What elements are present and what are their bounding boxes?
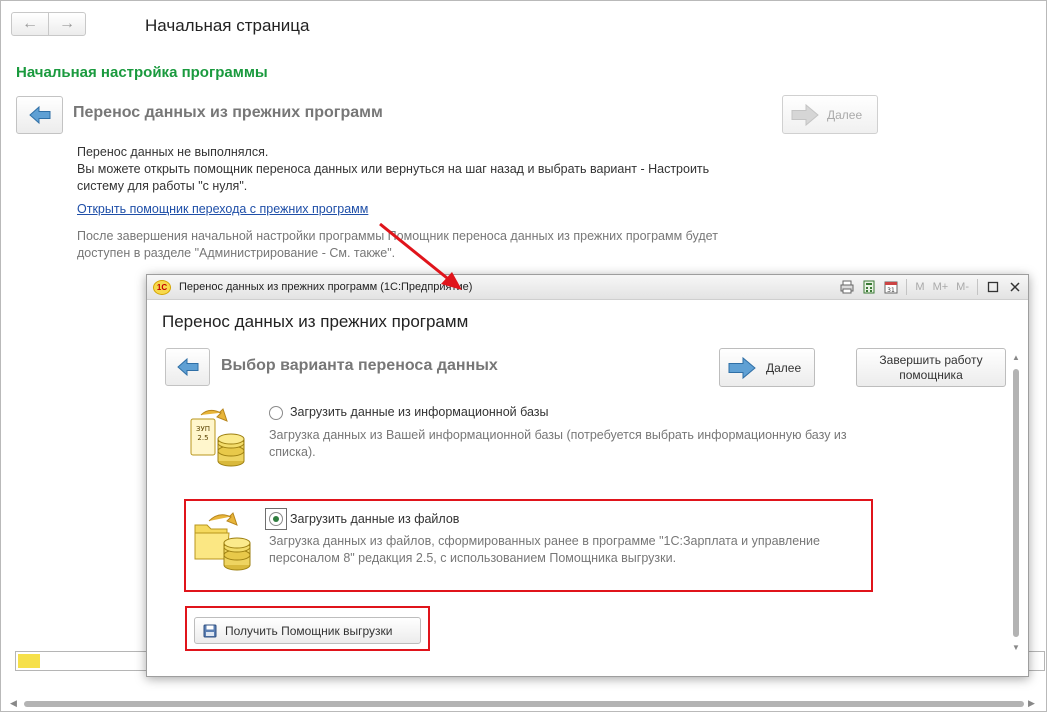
calendar-icon[interactable]: 31 xyxy=(882,278,900,296)
option-infobase-radio[interactable] xyxy=(269,406,283,420)
next-label: Далее xyxy=(827,107,863,122)
option-infobase-description: Загрузка данных из Вашей информационной … xyxy=(269,428,847,459)
memory-button[interactable]: M xyxy=(913,281,926,293)
option-files-radio[interactable] xyxy=(269,512,283,526)
print-icon[interactable] xyxy=(838,278,856,296)
1c-logo-icon: 1С xyxy=(153,280,171,295)
dialog-caption: Перенос данных из прежних программ (1С:П… xyxy=(179,281,473,293)
scroll-up-icon[interactable]: ▲ xyxy=(1012,353,1020,362)
arrow-right-icon: → xyxy=(59,15,75,32)
option-files-label[interactable]: Загрузить данные из файлов xyxy=(290,512,459,526)
migration-dialog: 1С Перенос данных из прежних программ (1… xyxy=(146,274,1029,677)
dialog-step-title: Выбор варианта переноса данных xyxy=(221,357,498,374)
status-text-line-3: систему для работы "с нуля". xyxy=(77,179,248,193)
info-note: После завершения начальной настройки про… xyxy=(77,229,718,260)
dialog-titlebar: 1С Перенос данных из прежних программ (1… xyxy=(147,275,1028,300)
option-files-description: Загрузка данных из файлов, сформированны… xyxy=(269,534,820,565)
database-badge-line-1: ЗУП xyxy=(196,425,210,433)
svg-text:31: 31 xyxy=(888,287,896,294)
next-button-disabled[interactable]: Далее xyxy=(782,95,878,134)
horizontal-scrollbar[interactable]: ◀ ▶ xyxy=(10,698,1038,710)
step-back-button[interactable] xyxy=(16,96,63,134)
step-title: Перенос данных из прежних программ xyxy=(73,104,383,121)
dialog-vertical-scrollbar[interactable]: ▲ ▼ xyxy=(1011,353,1021,653)
scroll-down-icon[interactable]: ▼ xyxy=(1012,643,1020,652)
database-badge-line-2: 2.5 xyxy=(197,434,208,442)
finish-wizard-button[interactable]: Завершить работу помощника xyxy=(856,348,1006,387)
back-button[interactable]: ← xyxy=(12,13,48,35)
get-export-helper-label: Получить Помощник выгрузки xyxy=(225,623,393,638)
status-text-line-2: Вы можете открыть помощник переноса данн… xyxy=(77,162,710,176)
calculator-icon[interactable] xyxy=(860,278,878,296)
toolbar-separator xyxy=(977,279,978,295)
dialog-next-label: Далее xyxy=(766,360,802,375)
dialog-scroll-thumb[interactable] xyxy=(1013,369,1019,637)
forward-button[interactable]: → xyxy=(48,13,85,35)
close-icon[interactable] xyxy=(1006,278,1024,296)
finish-label-line-2: помощника xyxy=(899,368,963,382)
dialog-heading: Перенос данных из прежних программ xyxy=(162,312,469,331)
page-title: Начальная страница xyxy=(145,16,310,35)
scroll-left-icon[interactable]: ◀ xyxy=(10,698,17,709)
dialog-toolbar: 31 M M+ M- xyxy=(838,278,1024,296)
arrow-right-icon xyxy=(791,103,819,126)
get-export-helper-button[interactable]: Получить Помощник выгрузки xyxy=(194,617,421,644)
memory-minus-button[interactable]: M- xyxy=(954,281,971,293)
folder-icon xyxy=(194,512,251,571)
yellow-indicator xyxy=(18,654,40,668)
arrow-left-icon xyxy=(176,357,198,377)
option-infobase-label[interactable]: Загрузить данные из информационной базы xyxy=(290,405,549,419)
toolbar-separator xyxy=(906,279,908,295)
arrow-left-icon xyxy=(28,105,50,125)
status-text-line-1: Перенос данных не выполнялся. xyxy=(77,145,269,159)
scroll-right-icon[interactable]: ▶ xyxy=(1028,698,1035,709)
open-migration-helper-link[interactable]: Открыть помощник перехода с прежних прог… xyxy=(77,202,368,216)
dialog-next-button[interactable]: Далее xyxy=(719,348,815,387)
memory-plus-button[interactable]: M+ xyxy=(931,281,951,293)
database-stack-icon: ЗУП 2.5 xyxy=(190,408,245,467)
arrow-left-icon: ← xyxy=(22,15,38,32)
floppy-disk-icon xyxy=(203,624,217,637)
section-title: Начальная настройка программы xyxy=(16,64,268,81)
scroll-thumb[interactable] xyxy=(24,701,1024,707)
maximize-icon[interactable] xyxy=(984,278,1002,296)
history-nav: ← → xyxy=(11,12,86,36)
arrow-right-icon xyxy=(728,356,756,379)
finish-label-line-1: Завершить работу xyxy=(879,353,983,367)
dialog-back-button[interactable] xyxy=(165,348,210,386)
